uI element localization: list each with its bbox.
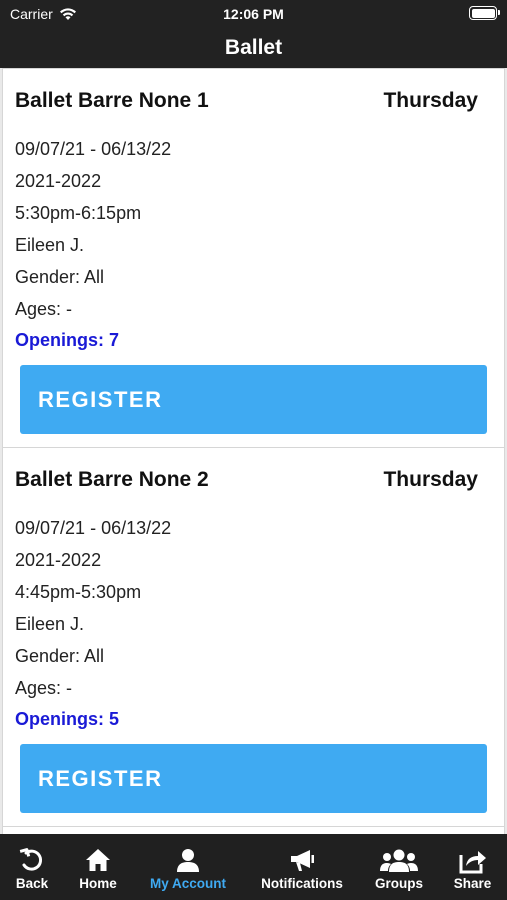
class-season: 2021-2022	[15, 550, 102, 570]
tab-groups[interactable]: Groups	[360, 834, 438, 900]
class-day: Thursday	[383, 468, 478, 491]
class-instructor: Eileen J.	[15, 614, 85, 634]
class-card: Ballet Barre None 1 Thursday 09/07/21 - …	[2, 68, 505, 448]
class-season: 2021-2022	[15, 171, 102, 191]
tab-notifications[interactable]: Notifications	[244, 834, 360, 900]
class-ages: Ages: -	[15, 299, 73, 319]
tab-home[interactable]: Home	[64, 834, 132, 900]
tab-bar: Back Home My Account Notifications Group…	[0, 834, 507, 900]
class-card-partial	[2, 826, 505, 834]
tab-label: Share	[453, 876, 492, 891]
register-button[interactable]: REGISTER	[20, 365, 487, 434]
tab-my-account[interactable]: My Account	[132, 834, 244, 900]
class-name: Ballet Barre None 2	[15, 468, 209, 491]
top-bar: Carrier 12:06 PM Ballet	[0, 0, 507, 68]
class-openings: Openings: 7	[15, 330, 120, 350]
home-icon	[86, 849, 110, 871]
groups-icon	[380, 849, 418, 872]
class-ages: Ages: -	[15, 678, 73, 698]
tab-label: Home	[79, 876, 117, 891]
class-day: Thursday	[383, 89, 478, 112]
status-bar: Carrier 12:06 PM	[0, 4, 507, 26]
class-time: 4:45pm-5:30pm	[15, 582, 142, 602]
class-time: 5:30pm-6:15pm	[15, 203, 142, 223]
tab-share[interactable]: Share	[438, 834, 507, 900]
clock: 12:06 PM	[223, 6, 284, 22]
tab-label: Groups	[374, 876, 423, 891]
battery-icon	[469, 6, 500, 20]
tab-label: Back	[15, 876, 49, 891]
class-list[interactable]: Ballet Barre None 1 Thursday 09/07/21 - …	[0, 68, 507, 834]
class-openings: Openings: 5	[15, 709, 120, 729]
back-icon	[19, 848, 42, 871]
megaphone-icon	[291, 850, 314, 871]
user-icon	[177, 849, 199, 872]
class-name: Ballet Barre None 1	[15, 89, 209, 112]
register-button[interactable]: REGISTER	[20, 744, 487, 813]
share-icon	[459, 851, 486, 874]
class-dates: 09/07/21 - 06/13/22	[15, 518, 172, 538]
class-gender: Gender: All	[15, 646, 105, 666]
tab-label: Notifications	[261, 876, 343, 891]
class-gender: Gender: All	[15, 267, 105, 287]
class-dates: 09/07/21 - 06/13/22	[15, 139, 172, 159]
tab-back[interactable]: Back	[0, 834, 64, 900]
tab-label: My Account	[149, 876, 226, 891]
page-title: Ballet	[224, 36, 283, 59]
class-card: Ballet Barre None 2 Thursday 09/07/21 - …	[2, 447, 505, 827]
class-instructor: Eileen J.	[15, 235, 85, 255]
